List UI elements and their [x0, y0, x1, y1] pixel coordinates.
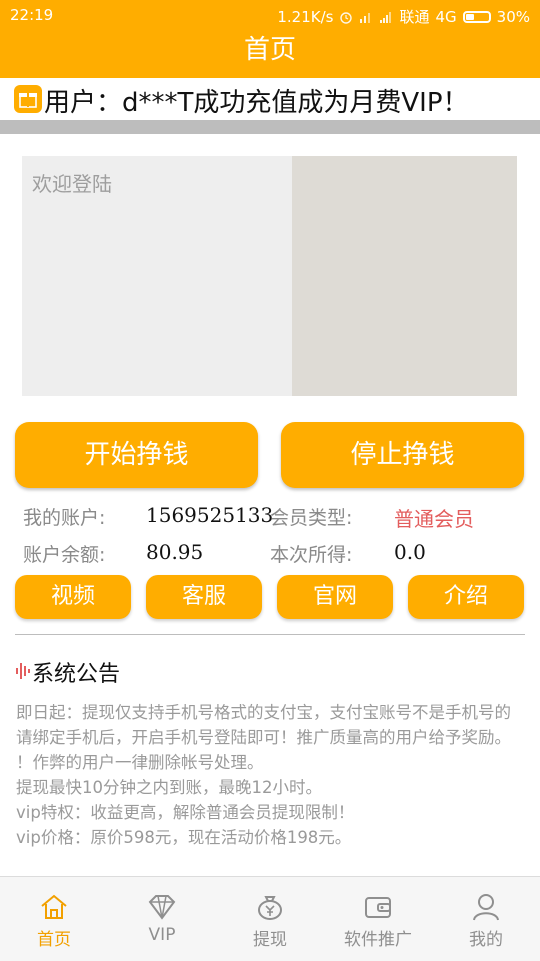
gift-icon: [14, 85, 42, 113]
status-time: 22:19: [10, 6, 54, 24]
balance-value: 80.95: [146, 540, 204, 564]
battery-icon: [462, 10, 491, 23]
start-earning-button[interactable]: 开始挣钱: [15, 422, 258, 488]
signal-icon: [360, 12, 371, 23]
signal-bars-icon: [380, 11, 392, 23]
tab-vip[interactable]: VIP: [108, 877, 216, 961]
user-icon: [473, 894, 499, 921]
bottom-tab-bar: 首页 VIP 提现 软件推广 我的: [0, 876, 540, 961]
balance-label: 账户余额:: [23, 544, 106, 566]
network-type: 4G: [435, 7, 457, 26]
tab-label: VIP: [148, 925, 176, 945]
notice-line: vip价格：原价598元，现在活动价格198元。: [16, 828, 352, 847]
tab-label: 提现: [253, 930, 287, 950]
notice-line: ！作弊的用户一律删除帐号处理。: [16, 753, 264, 772]
official-site-button[interactable]: 官网: [277, 575, 393, 619]
diamond-icon: [148, 895, 176, 920]
battery-level: 30%: [496, 7, 530, 26]
member-type-value: 普通会员: [394, 507, 474, 531]
marquee-text: 用户：d***T成功充值成为月费VIP！: [44, 88, 469, 118]
account-value: 1569525133: [146, 503, 274, 527]
earned-value: 0.0: [394, 540, 426, 564]
tab-home[interactable]: 首页: [0, 877, 108, 961]
stop-earning-button[interactable]: 停止挣钱: [281, 422, 524, 488]
account-label: 我的账户:: [23, 507, 106, 529]
alarm-icon: [340, 11, 353, 24]
welcome-text: 欢迎登陆: [32, 172, 112, 196]
marquee-divider: [0, 120, 540, 134]
section-divider: [15, 634, 525, 635]
app-bar: 首页: [0, 30, 540, 78]
page-title: 首页: [243, 35, 296, 65]
customer-service-button[interactable]: 客服: [146, 575, 262, 619]
carrier-name: 联通: [399, 8, 430, 26]
marquee-banner: 用户：d***T成功充值成为月费VIP！: [0, 78, 540, 120]
tab-promotion[interactable]: 软件推广: [324, 877, 432, 961]
sound-wave-icon: [16, 663, 30, 679]
tab-label: 首页: [37, 930, 71, 950]
tab-withdraw[interactable]: 提现: [216, 877, 324, 961]
banner-image[interactable]: 欢迎登陆: [22, 156, 517, 396]
notice-line: 即日起：提现仅支持手机号格式的支付宝，支付宝账号不是手机号的请绑定手机后，开启手…: [16, 703, 511, 747]
video-button[interactable]: 视频: [15, 575, 131, 619]
money-bag-icon: [258, 896, 282, 920]
status-right: 1.21K/s 联通 4G 30%: [277, 6, 530, 27]
wallet-icon: [365, 897, 391, 918]
notice-line: vip特权：收益更高，解除普通会员提现限制！: [16, 803, 355, 822]
notice-line: 提现最快10分钟之内到账，最晚12小时。: [16, 778, 322, 797]
member-type-label: 会员类型:: [270, 507, 353, 529]
introduction-button[interactable]: 介绍: [408, 575, 524, 619]
notice-body: 即日起：提现仅支持手机号格式的支付宝，支付宝账号不是手机号的请绑定手机后，开启手…: [16, 700, 524, 850]
earned-label: 本次所得:: [270, 544, 353, 566]
tab-mine[interactable]: 我的: [432, 877, 540, 961]
tab-label: 我的: [469, 930, 503, 950]
notice-title: 系统公告: [32, 662, 121, 687]
tab-label: 软件推广: [344, 930, 412, 950]
status-bar: 22:19 1.21K/s 联通 4G 30%: [0, 0, 540, 30]
home-icon: [41, 894, 67, 919]
network-speed: 1.21K/s: [277, 7, 334, 26]
banner-right-panel: [292, 156, 517, 396]
